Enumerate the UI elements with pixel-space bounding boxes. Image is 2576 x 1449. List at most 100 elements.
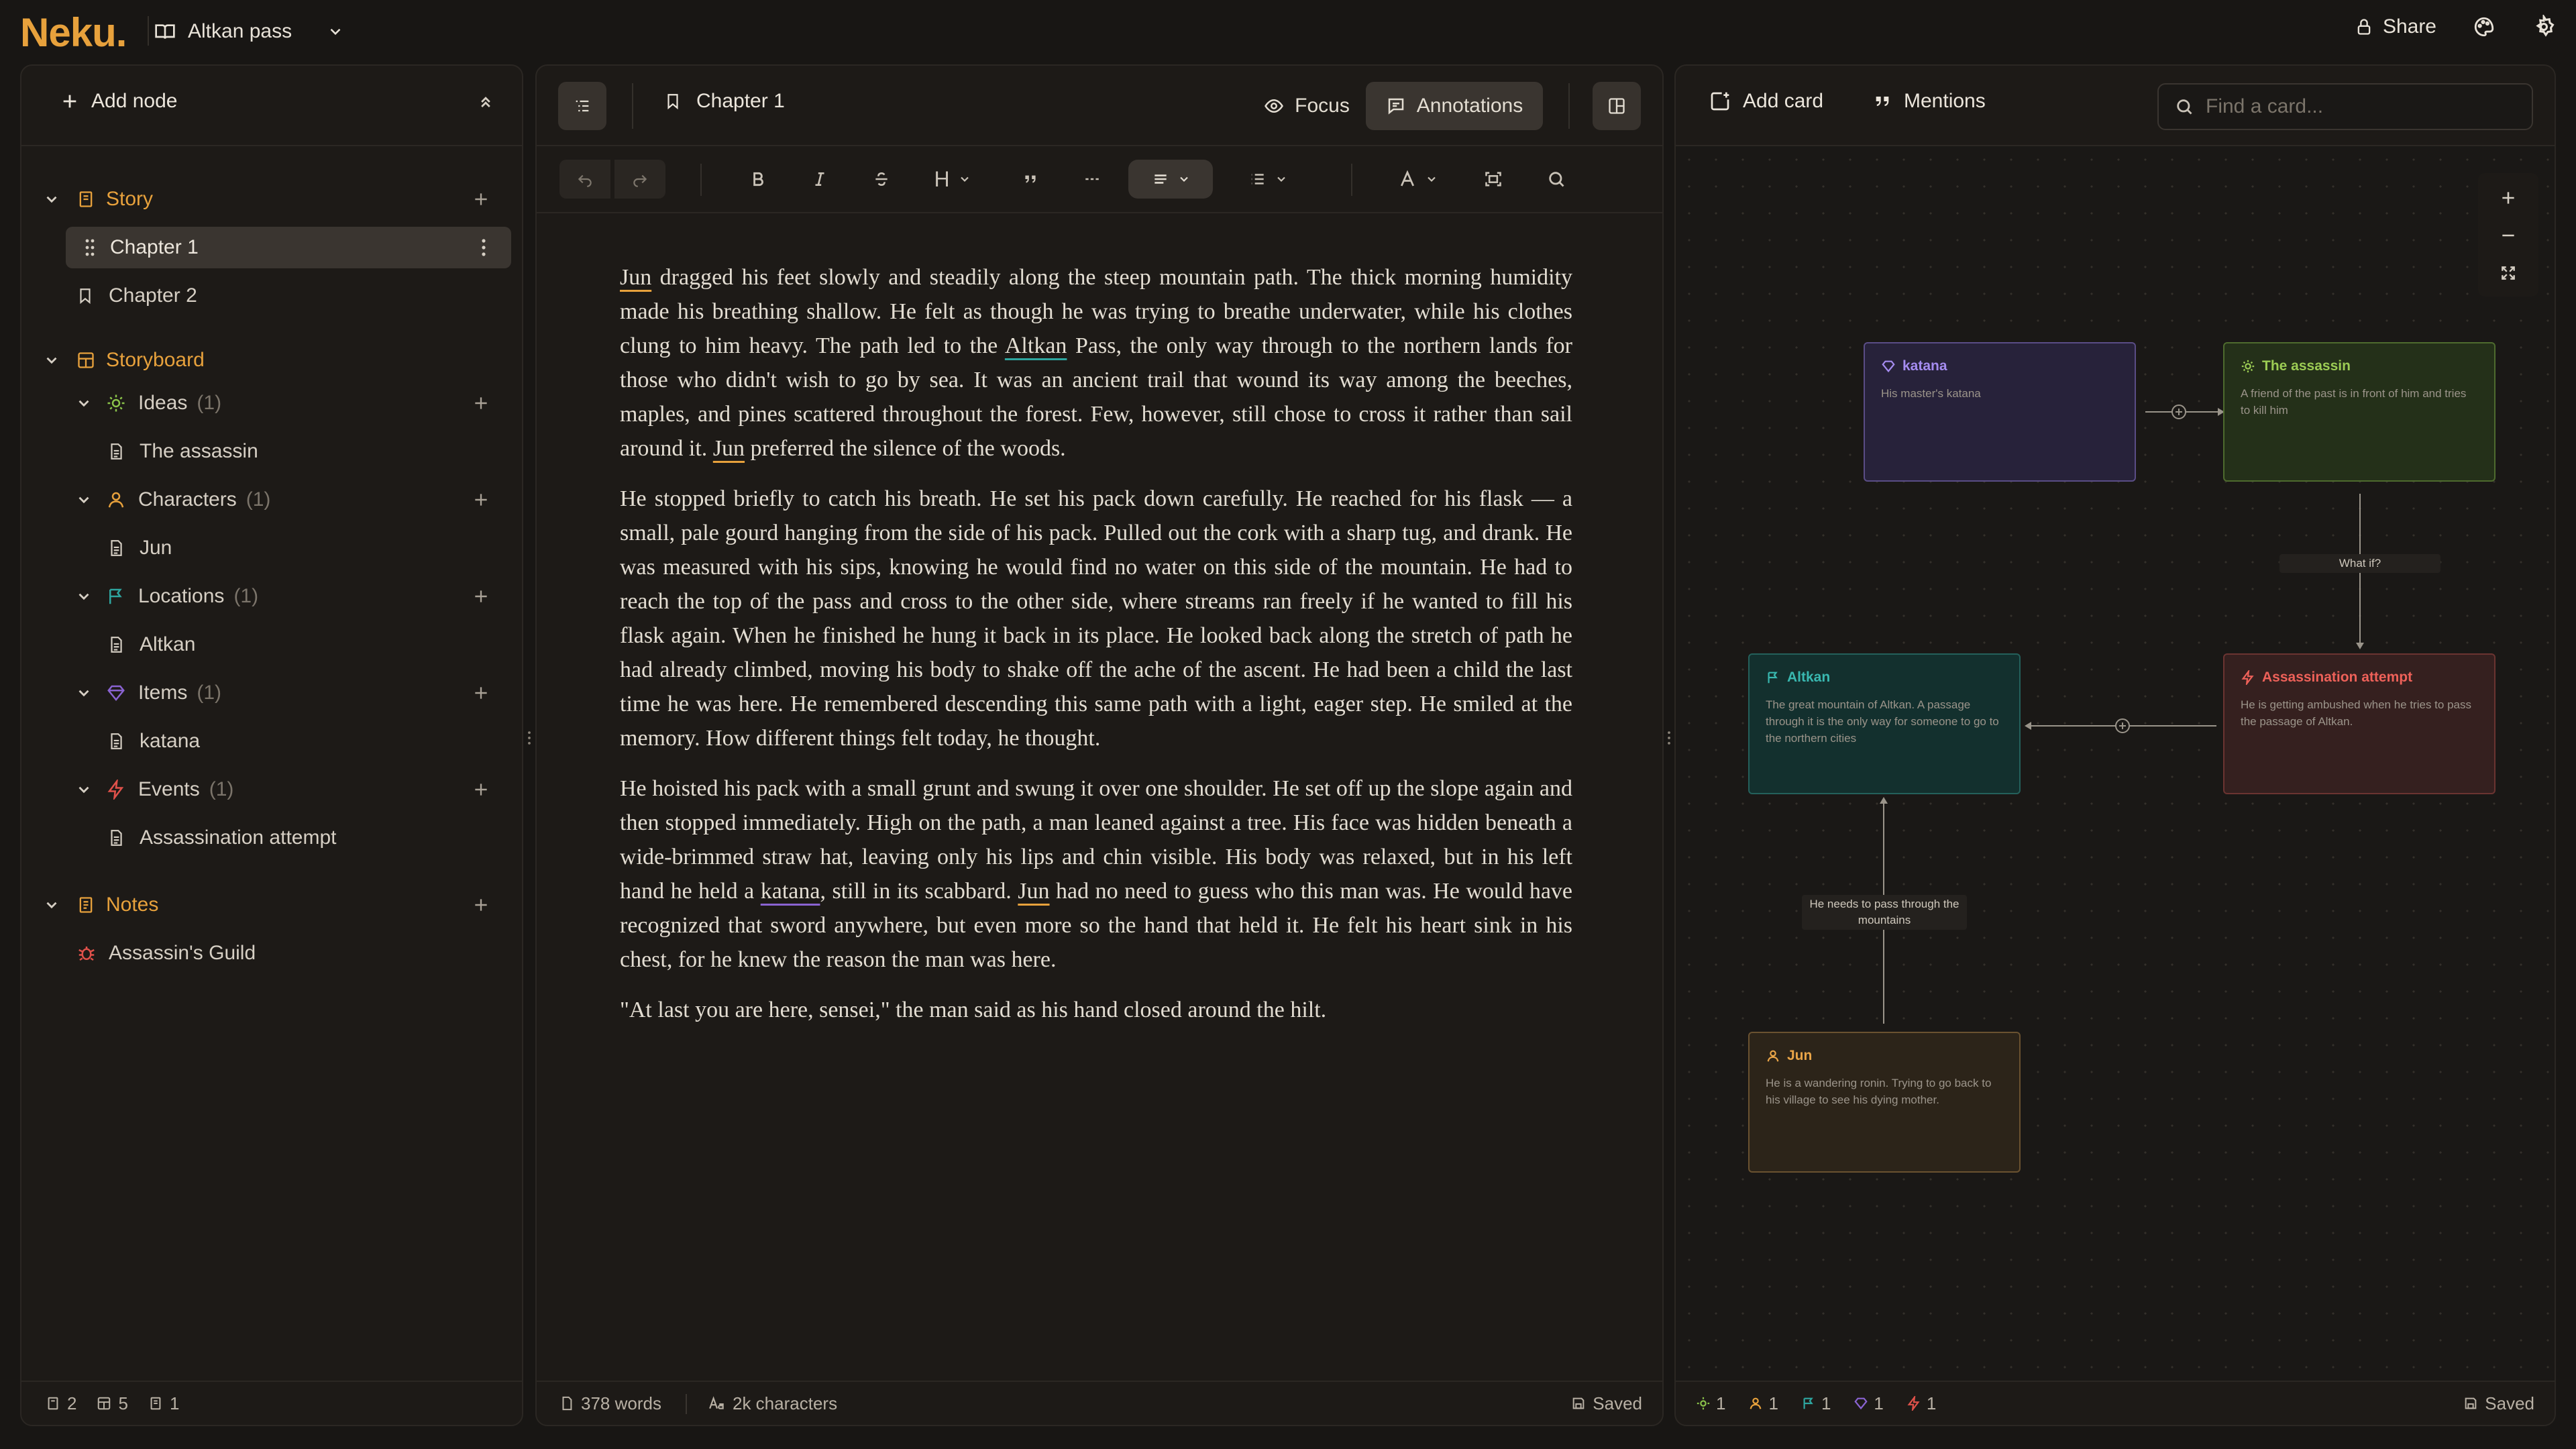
- tree-item-chapter-2[interactable]: Chapter 2: [21, 275, 522, 317]
- card-jun[interactable]: Jun He is a wandering ronin. Trying to g…: [1748, 1032, 2021, 1173]
- plus-icon[interactable]: [472, 588, 490, 605]
- plus-icon[interactable]: [472, 491, 490, 508]
- doc-icon: [107, 635, 125, 654]
- tree-item-assassination-attempt[interactable]: Assassination attempt: [21, 817, 522, 859]
- mention-altkan[interactable]: Altkan: [1005, 333, 1067, 358]
- card-title: Altkan: [1766, 669, 2003, 686]
- more-icon[interactable]: [480, 238, 487, 257]
- card-description: A friend of the past is in front of him …: [2241, 387, 2467, 417]
- frame-button[interactable]: [1473, 160, 1513, 199]
- align-dropdown[interactable]: [1128, 160, 1213, 199]
- card-search[interactable]: [2157, 83, 2533, 130]
- search-input[interactable]: [2206, 95, 2514, 118]
- chevron-down-icon: [43, 896, 60, 914]
- mention-jun[interactable]: Jun: [713, 436, 745, 461]
- focus-button[interactable]: Focus: [1248, 82, 1366, 130]
- fit-view-button[interactable]: [2478, 255, 2538, 291]
- tree-item-the-assassin[interactable]: The assassin: [21, 431, 522, 472]
- bold-icon: [749, 170, 767, 188]
- save-status-value: Saved: [2485, 1393, 2534, 1413]
- drag-handle-icon[interactable]: [83, 238, 97, 257]
- tree-item-jun[interactable]: Jun: [21, 527, 522, 569]
- navigator-panel: Add node Story Chapter 1 Chapter 2 Story…: [20, 64, 523, 1426]
- redo-button[interactable]: [614, 160, 665, 199]
- card-the-assassin[interactable]: The assassin A friend of the past is in …: [2223, 342, 2496, 482]
- chevron-down-icon: [43, 191, 60, 208]
- app-logo[interactable]: Neku.: [20, 9, 127, 56]
- plus-icon[interactable]: [472, 191, 490, 208]
- undo-button[interactable]: [559, 160, 610, 199]
- edge-label-needs-pass[interactable]: He needs to pass through the mountains: [1802, 895, 1967, 930]
- add-card-button[interactable]: Add card: [1709, 90, 1823, 113]
- plus-icon[interactable]: [472, 896, 490, 914]
- plus-icon[interactable]: [472, 781, 490, 798]
- divider: [700, 164, 702, 196]
- undo-icon: [576, 170, 594, 188]
- tree-section-story[interactable]: Story: [21, 178, 522, 220]
- tree-section-notes[interactable]: Notes: [21, 884, 522, 926]
- gem-icon: [106, 683, 126, 703]
- divider-button[interactable]: [1072, 160, 1112, 199]
- card-katana[interactable]: katana His master's katana: [1864, 342, 2136, 482]
- layout-toggle-button[interactable]: [1593, 82, 1641, 130]
- ideas-label: Ideas: [138, 392, 188, 414]
- palette-icon[interactable]: [2473, 15, 2496, 38]
- tree-item-chapter-1[interactable]: Chapter 1: [66, 227, 511, 268]
- items-count: (1): [197, 682, 222, 704]
- plus-icon[interactable]: [472, 394, 490, 412]
- resize-handle[interactable]: [523, 724, 535, 751]
- heading-dropdown[interactable]: H: [919, 160, 986, 199]
- quote-button[interactable]: [1010, 160, 1051, 199]
- mention-jun[interactable]: Jun: [1018, 879, 1049, 904]
- tree-group-items[interactable]: Items (1): [21, 672, 522, 714]
- gear-icon[interactable]: [2532, 15, 2556, 39]
- tree-group-characters[interactable]: Characters (1): [21, 479, 522, 521]
- tree-group-ideas[interactable]: Ideas (1): [21, 382, 522, 424]
- plus-icon[interactable]: [472, 684, 490, 702]
- card-altkan[interactable]: Altkan The great mountain of Altkan. A p…: [1748, 653, 2021, 794]
- group-label: Items (1): [138, 682, 221, 704]
- flag-icon: [1801, 1396, 1816, 1411]
- project-selector[interactable]: Altkan pass: [154, 13, 344, 50]
- strike-button[interactable]: [861, 160, 902, 199]
- events-count: (1): [209, 778, 234, 800]
- bold-button[interactable]: [738, 160, 778, 199]
- bug-icon: [76, 943, 97, 963]
- tree-section-storyboard[interactable]: Storyboard: [21, 339, 522, 381]
- collapse-icon[interactable]: [476, 93, 495, 111]
- person-icon: [1748, 1396, 1763, 1411]
- person-icon: [106, 490, 126, 510]
- divider: [632, 83, 633, 129]
- item-label: Jun: [140, 537, 172, 559]
- tree-group-locations[interactable]: Locations (1): [21, 576, 522, 617]
- italic-button[interactable]: [800, 160, 840, 199]
- board-canvas[interactable]: What if? He needs to pass through the mo…: [1676, 146, 2555, 1381]
- outline-toggle-button[interactable]: [558, 82, 606, 130]
- mention-katana[interactable]: katana: [761, 879, 820, 904]
- tree-item-katana[interactable]: katana: [21, 720, 522, 762]
- mentions-button[interactable]: Mentions: [1873, 90, 1986, 113]
- zoom-out-button[interactable]: [2478, 217, 2538, 254]
- resize-handle[interactable]: [1664, 724, 1674, 751]
- annotations-button[interactable]: Annotations: [1366, 82, 1543, 130]
- tree-group-events[interactable]: Events (1): [21, 769, 522, 810]
- bulb-icon: [2241, 359, 2255, 374]
- tree-item-altkan[interactable]: Altkan: [21, 624, 522, 665]
- search-button[interactable]: [1536, 160, 1576, 199]
- mention-jun[interactable]: Jun: [620, 265, 651, 290]
- edge-label-what-if[interactable]: What if?: [2279, 554, 2440, 573]
- events-count-value: 1: [1926, 1393, 1937, 1413]
- card-assassination-attempt[interactable]: Assassination attempt He is getting ambu…: [2223, 653, 2496, 794]
- share-button[interactable]: Share: [2355, 15, 2436, 38]
- card-type-counts: 1 1 1 1 1: [1696, 1393, 1936, 1414]
- add-card-icon: [1709, 91, 1731, 112]
- board-count-value: 5: [118, 1393, 128, 1413]
- list-dropdown[interactable]: [1234, 160, 1301, 199]
- tree-item-assassins-guild[interactable]: Assassin's Guild: [21, 932, 522, 974]
- zoom-in-button[interactable]: [2478, 180, 2538, 216]
- editor-body[interactable]: Jun dragged his feet slowly and steadily…: [620, 260, 1572, 1043]
- text-color-dropdown[interactable]: [1387, 160, 1448, 199]
- chapter-tab[interactable]: Chapter 1: [664, 90, 785, 113]
- heading-glyph: H: [934, 166, 950, 191]
- add-node-button[interactable]: Add node: [60, 90, 177, 113]
